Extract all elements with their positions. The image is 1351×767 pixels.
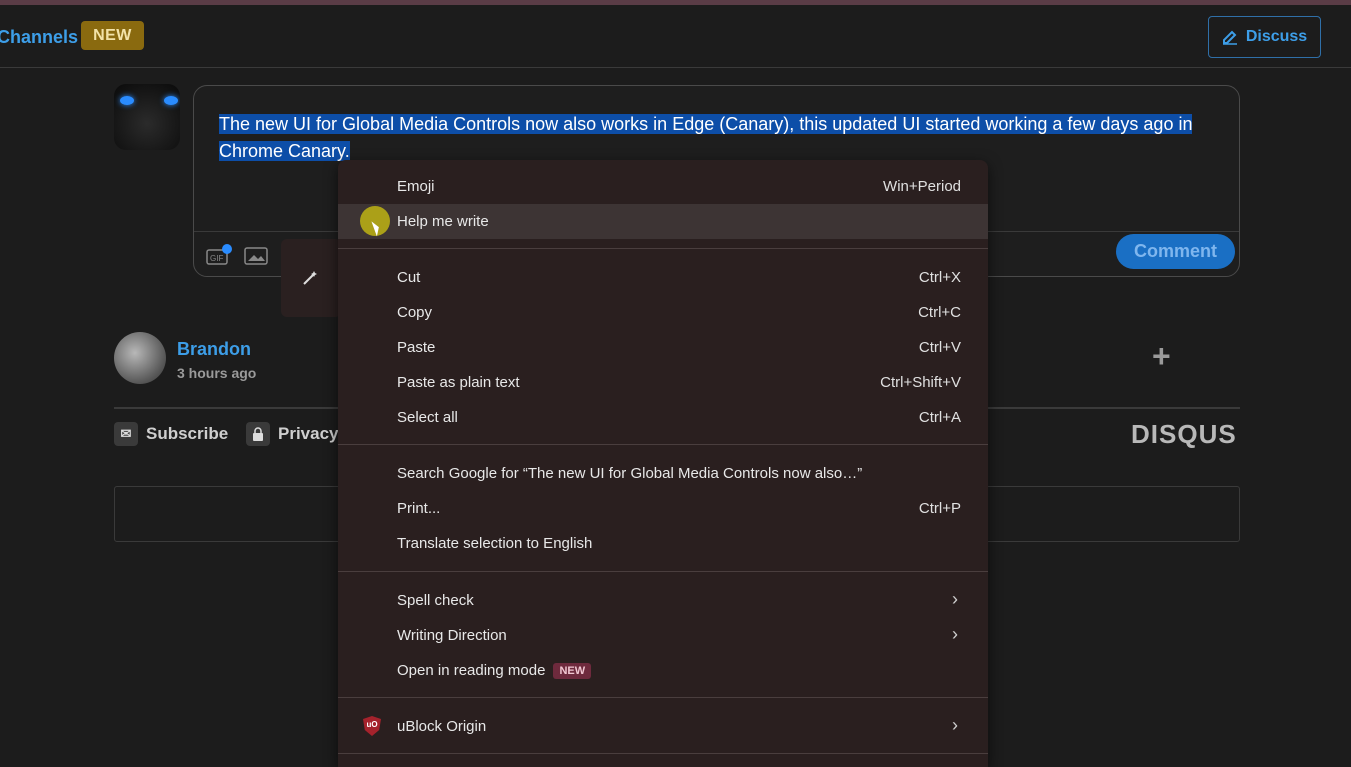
magic-pen-icon[interactable] bbox=[301, 269, 319, 287]
eye-left bbox=[120, 96, 134, 105]
context-menu: Emoji Win+Period Help me write Cut Ctrl+… bbox=[338, 160, 988, 767]
menu-separator bbox=[338, 571, 988, 572]
gif-icon[interactable]: GIF bbox=[206, 244, 232, 269]
discuss-label: Discuss bbox=[1245, 28, 1308, 45]
menu-separator bbox=[338, 444, 988, 445]
comment-button[interactable]: Comment bbox=[1116, 234, 1235, 269]
menu-item-ublock[interactable]: uO uBlock Origin › bbox=[338, 709, 988, 744]
reading-mode-label: Open in reading mode bbox=[397, 662, 546, 679]
privacy-link[interactable]: Privacy bbox=[246, 422, 339, 446]
editor-text[interactable]: The new UI for Global Media Controls now… bbox=[219, 111, 1219, 165]
menu-item-print[interactable]: Print... Ctrl+P bbox=[338, 491, 988, 526]
new-tag: NEW bbox=[553, 663, 592, 680]
menu-item-paste[interactable]: Paste Ctrl+V bbox=[338, 330, 988, 365]
edit-icon bbox=[1222, 30, 1237, 45]
menu-item-select-all[interactable]: Select all Ctrl+A bbox=[338, 400, 988, 435]
image-icon[interactable] bbox=[244, 244, 268, 269]
menu-item-search-google[interactable]: Search Google for “The new UI for Global… bbox=[338, 456, 988, 491]
comment-time[interactable]: 3 hours ago bbox=[177, 365, 256, 381]
channels-link[interactable]: Channels bbox=[0, 27, 78, 48]
discuss-button[interactable]: Discuss bbox=[1208, 16, 1321, 58]
subscribe-link[interactable]: ✉ Subscribe bbox=[114, 422, 228, 446]
menu-item-help-me-write[interactable]: Help me write bbox=[338, 204, 988, 239]
menu-separator bbox=[338, 753, 988, 754]
menu-item-emoji[interactable]: Emoji Win+Period bbox=[338, 169, 988, 204]
subscribe-label: Subscribe bbox=[146, 424, 229, 443]
menu-item-cut[interactable]: Cut Ctrl+X bbox=[338, 260, 988, 295]
envelope-icon: ✉ bbox=[114, 422, 138, 446]
chevron-right-icon: › bbox=[952, 715, 958, 735]
chevron-right-icon: › bbox=[952, 624, 958, 644]
menu-item-paste-plain[interactable]: Paste as plain text Ctrl+Shift+V bbox=[338, 365, 988, 400]
header: Channels NEW Discuss bbox=[0, 5, 1351, 68]
gif-text: GIF bbox=[210, 254, 223, 263]
menu-item-spell-check[interactable]: Spell check › bbox=[338, 583, 988, 618]
menu-item-copy[interactable]: Copy Ctrl+C bbox=[338, 295, 988, 330]
lock-icon bbox=[246, 422, 270, 446]
ublock-shield-icon: uO bbox=[363, 716, 381, 736]
privacy-label: Privacy bbox=[278, 424, 339, 443]
user-avatar[interactable] bbox=[114, 332, 166, 384]
menu-separator bbox=[338, 248, 988, 249]
avatar[interactable] bbox=[114, 84, 180, 150]
menu-separator bbox=[338, 697, 988, 698]
menu-item-writing-direction[interactable]: Writing Direction › bbox=[338, 618, 988, 653]
menu-item-reading-mode[interactable]: Open in reading mode NEW bbox=[338, 653, 988, 688]
username[interactable]: Brandon bbox=[177, 339, 251, 360]
help-me-write-popup[interactable] bbox=[281, 239, 341, 317]
chevron-right-icon: › bbox=[952, 589, 958, 609]
menu-item-translate[interactable]: Translate selection to English bbox=[338, 526, 988, 561]
selected-text: The new UI for Global Media Controls now… bbox=[219, 114, 1193, 161]
new-badge: NEW bbox=[81, 21, 144, 50]
disqus-logo[interactable]: DISQUS bbox=[1131, 419, 1237, 450]
eye-right bbox=[164, 96, 178, 105]
expand-plus-icon[interactable]: + bbox=[1152, 338, 1171, 375]
